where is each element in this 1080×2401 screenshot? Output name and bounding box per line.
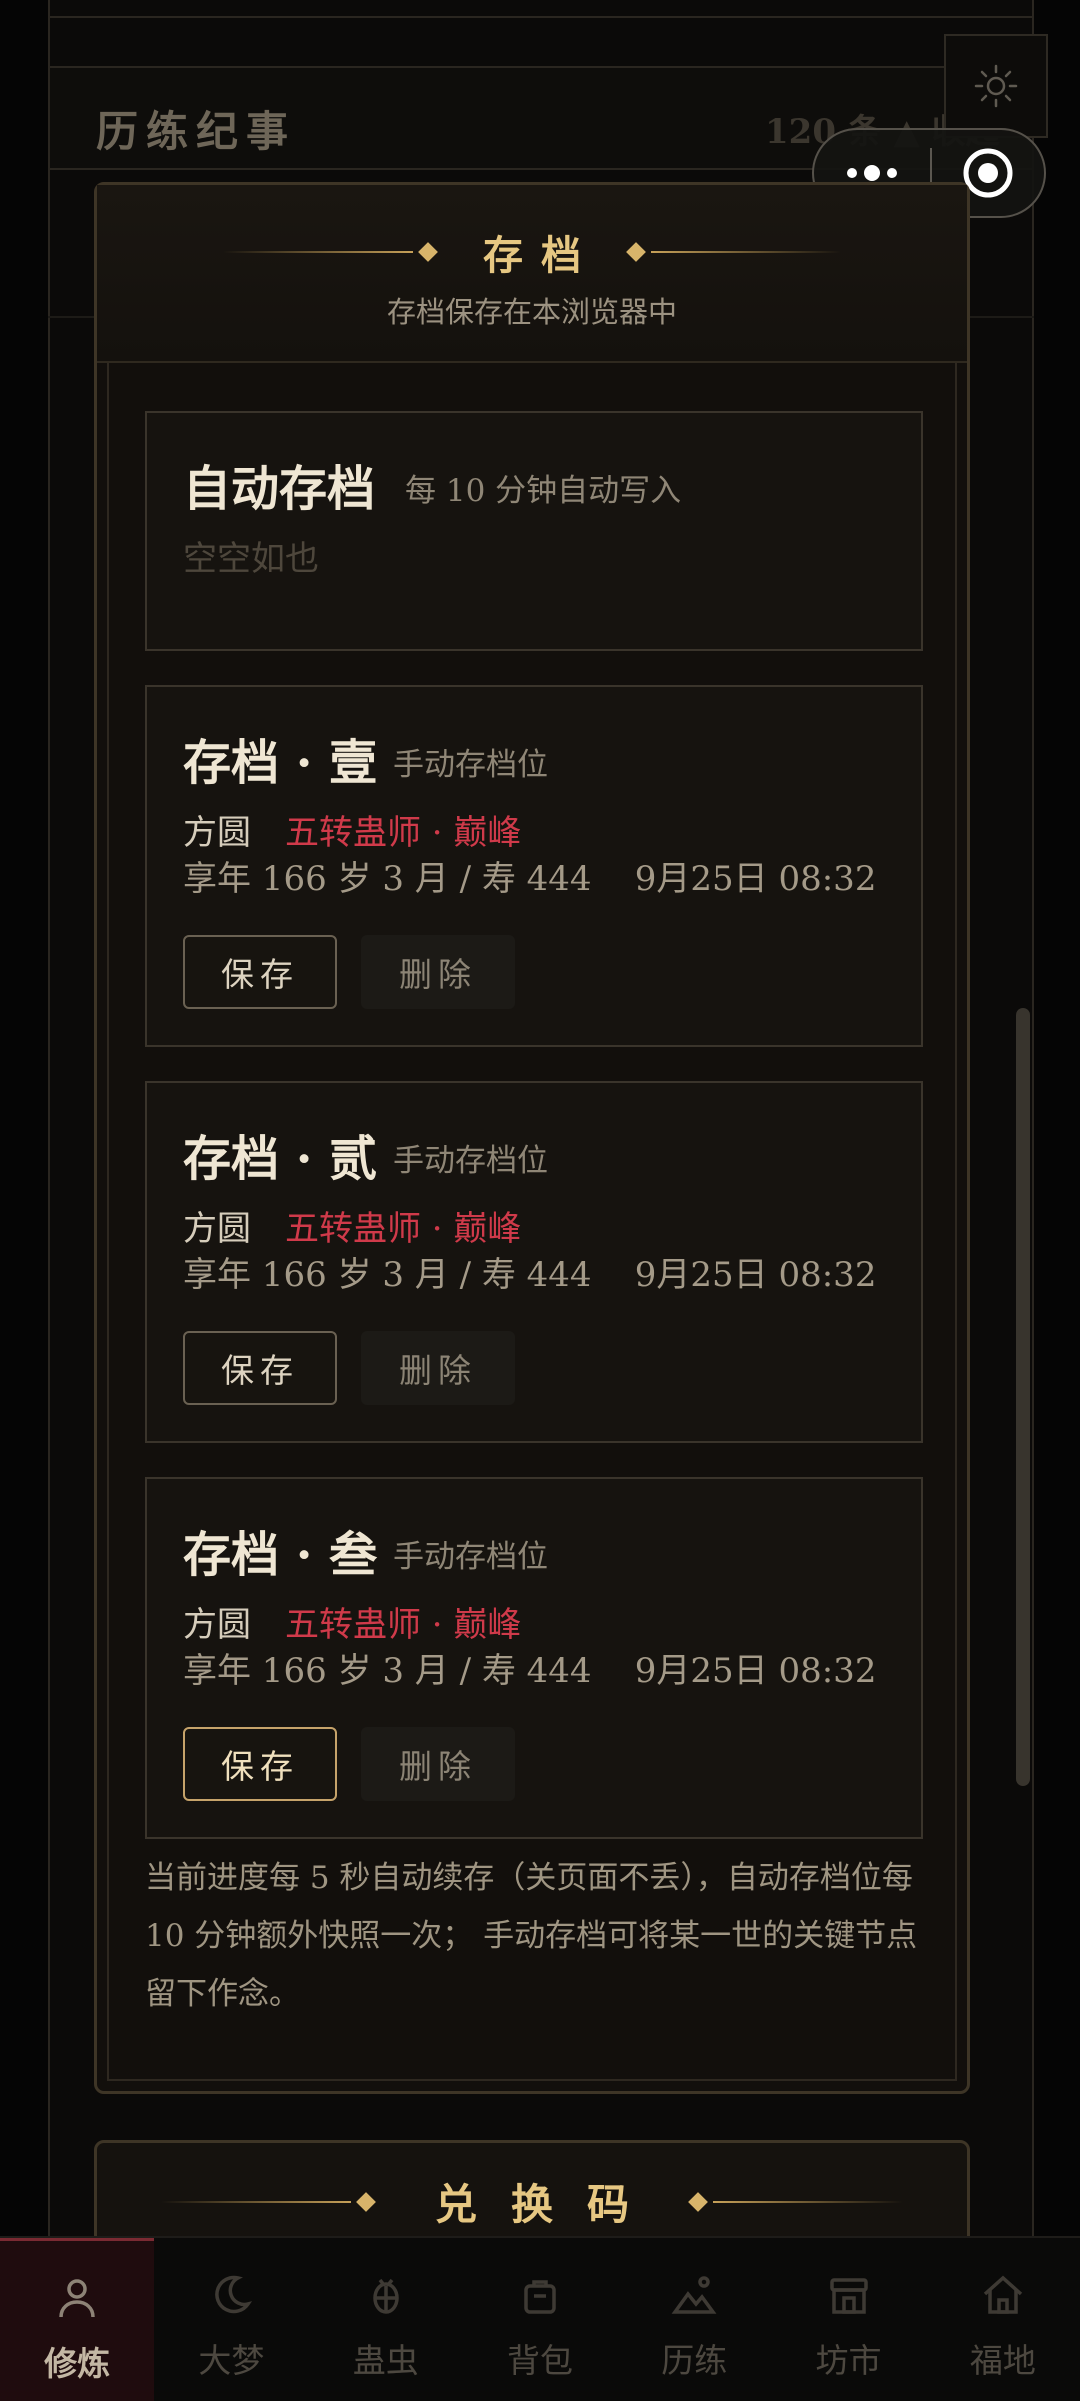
character-age-and-time: 享年 166 岁 3 月 / 寿 444 9月25日 08:32 [183,1651,877,1691]
tab-backpack[interactable]: 背包 [463,2238,617,2401]
ornament-diamond-icon [626,242,646,262]
save-modal-subtitle: 存档保存在本浏览器中 [386,295,677,329]
delete-button[interactable]: 删除 [361,1331,515,1405]
redeem-title-row: 兑换码 [97,2171,967,2232]
character-realm: 五转蛊师 · 巅峰 [285,813,522,853]
tab-dream[interactable]: 大梦 [154,2238,308,2401]
character-age-and-time: 享年 166 岁 3 月 / 寿 444 9月25日 08:32 [183,1255,877,1295]
save-slot-3: 存档 · 叁 手动存档位 方圆 五转蛊师 · 巅峰 享年 166 岁 3 月 /… [145,1477,923,1839]
ornament-line-left [160,2200,351,2203]
slot-title: 存档 · 壹 [183,735,378,791]
more-dots-icon [847,165,897,181]
auto-save-slot: 自动存档 每 10 分钟自动写入 空空如也 [145,411,923,651]
save-modal-header: 存档 存档保存在本浏览器中 [97,185,967,363]
person-icon [52,2273,102,2323]
character-realm: 五转蛊师 · 巅峰 [285,1209,522,1249]
mountain-icon [669,2270,719,2320]
slot-title: 存档 · 叁 [183,1527,378,1583]
shop-icon [824,2270,874,2320]
slot-tag: 手动存档位 [393,747,548,783]
tab-label: 历练 [661,2341,728,2380]
slot-tag: 手动存档位 [393,1143,548,1179]
tab-label: 蛊虫 [352,2341,419,2380]
home-icon [978,2270,1028,2320]
ornament-line-right [713,2200,903,2203]
tab-experience[interactable]: 历练 [617,2238,771,2401]
ornament-diamond-icon [688,2191,708,2212]
auto-slot-empty-text: 空空如也 [183,539,319,579]
save-button[interactable]: 保存 [183,1331,337,1405]
save-modal-title-row: 存档 [97,223,967,281]
ornament-line-left [223,251,413,253]
scrollbar[interactable] [1016,1008,1030,1786]
bug-icon [361,2270,411,2320]
bottom-tab-bar: 修炼 大梦 蛊虫 背包 历练 坊市 福地 [0,2236,1080,2401]
moon-icon [206,2270,256,2320]
delete-button[interactable]: 删除 [361,935,515,1009]
tab-cultivate[interactable]: 修炼 [0,2238,155,2401]
tab-label: 背包 [506,2341,573,2380]
tab-gu-worm[interactable]: 蛊虫 [309,2238,463,2401]
ornament-diamond-icon [356,2191,376,2212]
save-slot-1: 存档 · 壹 手动存档位 方圆 五转蛊师 · 巅峰 享年 166 岁 3 月 /… [145,685,923,1047]
redeem-code-title: 兑换码 [434,2180,663,2229]
sun-icon [974,64,1018,108]
background-top-card [48,0,1034,18]
settings-button[interactable] [944,34,1048,138]
save-info-note: 当前进度每 5 秒自动续存（关页面不丢），自动存档位每 10 分钟额外快照一次；… [145,1860,918,2012]
character-realm: 五转蛊师 · 巅峰 [285,1605,522,1645]
tab-label: 坊市 [815,2341,882,2380]
save-slot-2: 存档 · 贰 手动存档位 方圆 五转蛊师 · 巅峰 享年 166 岁 3 月 /… [145,1081,923,1443]
ornament-line-right [651,251,841,253]
tab-label: 修炼 [44,2344,111,2383]
tab-market[interactable]: 坊市 [771,2238,925,2401]
slot-title: 存档 · 贰 [183,1131,378,1187]
save-button[interactable]: 保存 [183,1727,337,1801]
bag-icon [515,2270,565,2320]
slot-tag: 手动存档位 [393,1539,548,1575]
auto-slot-title: 自动存档 [183,461,376,517]
save-button[interactable]: 保存 [183,935,337,1009]
character-name: 方圆 [183,813,251,853]
save-modal: 存档 存档保存在本浏览器中 自动存档 每 10 分钟自动写入 空空如也 存档 ·… [94,182,970,2094]
save-modal-title: 存档 [483,232,599,279]
tab-label: 福地 [969,2341,1036,2380]
character-name: 方圆 [183,1605,251,1645]
background-section-title: 历练纪事 [96,107,297,156]
character-name: 方圆 [183,1209,251,1249]
delete-button[interactable]: 删除 [361,1727,515,1801]
ornament-diamond-icon [418,242,438,262]
tab-label: 大梦 [198,2341,265,2380]
character-age-and-time: 享年 166 岁 3 月 / 寿 444 9月25日 08:32 [183,859,877,899]
auto-slot-tag: 每 10 分钟自动写入 [405,473,682,509]
tab-blessed-land[interactable]: 福地 [926,2238,1080,2401]
